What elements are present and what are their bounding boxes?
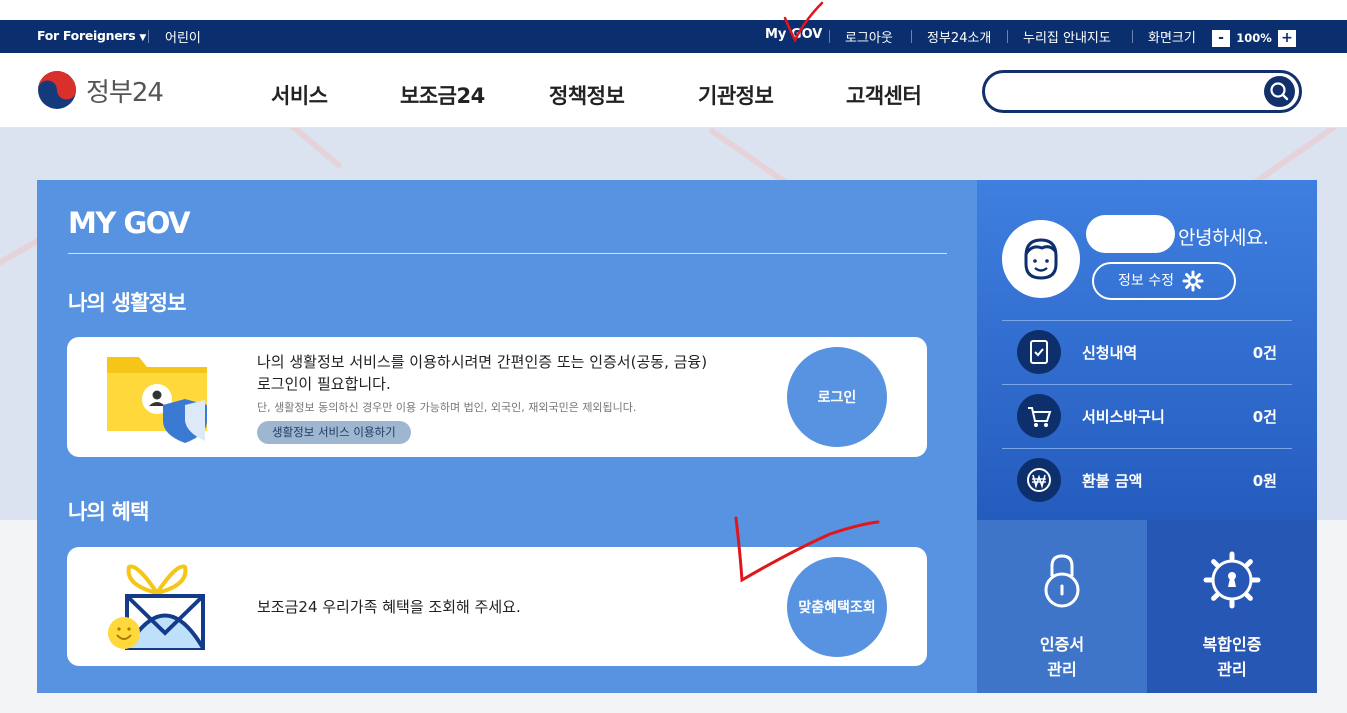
tile-label: 복합인증 관리 [1202,635,1262,679]
divider [829,30,830,43]
search-icon [1270,82,1289,101]
document-check-icon [1017,330,1061,374]
certificate-manage-tile[interactable]: 인증서 관리 [977,520,1147,693]
stat-count: 0건 [1252,408,1277,426]
gift-box-icon [108,564,205,650]
stat-row-service-basket[interactable]: 서비스바구니 0건 [1002,384,1292,448]
stat-label: 환불 금액 [1082,472,1143,490]
benefit-message: 보조금24 우리가족 혜택을 조회해 주세요. [257,598,521,616]
nav-policy-info[interactable]: 정책정보 [549,80,625,110]
mygov-title: MY GOV [68,206,191,240]
lock-icon [1044,554,1080,608]
for-foreigners-label: For Foreigners [37,28,136,43]
won-coin-icon [1017,458,1061,502]
search-box[interactable] [982,70,1302,113]
decorative-streak [277,128,343,170]
utility-bar: For Foreigners ▼ 어린이 My GOV 로그아웃 정부24소개 누… [0,20,1347,53]
caret-down-icon: ▼ [139,33,147,43]
redacted-username [1086,215,1175,253]
mygov-divider [68,253,947,254]
taegeuk-logo-icon [38,71,76,109]
gov24-intro-link[interactable]: 정부24소개 [927,27,991,46]
multi-auth-manage-tile[interactable]: 복합인증 관리 [1147,520,1317,693]
main-header: 정부24 서비스 보조금24 정책정보 기관정보 고객센터 [0,53,1347,128]
sitemap-link[interactable]: 누리집 안내지도 [1023,27,1111,46]
avatar [1002,220,1080,298]
user-face-icon [1024,238,1058,280]
for-foreigners-menu[interactable]: For Foreigners ▼ [37,28,146,43]
life-info-message: 나의 생활정보 서비스를 이용하시려면 간편인증 또는 인증서(공동, 금융) … [257,351,707,395]
stat-label: 서비스바구니 [1082,408,1165,426]
gear-keyhole-icon [1203,551,1261,609]
mygov-link[interactable]: My GOV [765,27,822,42]
profile-panel: 안녕하세요. 정보 수정 신청내역 0건 서비스바구니 0건 환불 금액 0원 [977,180,1317,520]
zoom-control: - 100% + [1212,30,1296,47]
life-info-message-line1: 나의 생활정보 서비스를 이용하시려면 간편인증 또는 인증서(공동, 금융) [257,353,708,371]
top-strip [0,0,1347,20]
zoom-in-button[interactable]: + [1278,30,1296,47]
life-info-service-button[interactable]: 생활정보 서비스 이용하기 [257,421,411,444]
stat-row-applications[interactable]: 신청내역 0건 [1002,320,1292,384]
divider [148,30,149,43]
logout-link[interactable]: 로그아웃 [845,27,893,46]
life-info-message-line2: 로그인이 필요합니다. [257,375,391,393]
decorative-streak [1249,128,1347,188]
folder-shield-icon [107,357,207,443]
stat-row-refund[interactable]: 환불 금액 0원 [1002,448,1292,512]
cart-icon [1017,394,1061,438]
logo-text: 정부24 [86,77,164,108]
gear-icon [1182,270,1204,292]
nav-services[interactable]: 서비스 [271,80,328,110]
stat-count: 0건 [1252,344,1277,362]
zoom-value: 100% [1230,30,1278,47]
nav-agency-info[interactable]: 기관정보 [698,80,774,110]
divider [1007,30,1008,43]
stat-count: 0원 [1252,472,1277,490]
edit-profile-label: 정보 수정 [1118,273,1174,289]
life-info-heading: 나의 생활정보 [68,291,186,315]
life-info-note: 단, 생활정보 동의하신 경우만 이용 가능하며 법인, 외국인, 재외국민은 … [257,401,637,414]
zoom-label: 화면크기 [1148,31,1196,46]
search-button[interactable] [1264,76,1295,107]
greeting-text: 안녕하세요. [1178,227,1269,249]
divider [911,30,912,43]
custom-benefit-search-button[interactable]: 맞춤혜택조회 [787,557,887,657]
life-info-card: 나의 생활정보 서비스를 이용하시려면 간편인증 또는 인증서(공동, 금융) … [67,337,927,457]
nav-customer-center[interactable]: 고객센터 [846,80,922,110]
stat-label: 신청내역 [1082,344,1138,362]
mygov-panel: MY GOV 나의 생활정보 나의 생활정보 서비스를 이용하시려면 간편인증 … [37,180,977,693]
benefit-card: 보조금24 우리가족 혜택을 조회해 주세요. 맞춤혜택조회 [67,547,927,666]
kids-link[interactable]: 어린이 [165,27,201,46]
divider [1132,30,1133,43]
benefit-heading: 나의 혜택 [68,500,149,524]
gov24-logo[interactable]: 정부24 [37,70,164,110]
login-button[interactable]: 로그인 [787,347,887,447]
edit-profile-button[interactable]: 정보 수정 [1092,262,1236,300]
nav-subsidy24[interactable]: 보조금24 [400,80,485,110]
tile-label: 인증서 관리 [1039,635,1085,679]
zoom-out-button[interactable]: - [1212,30,1230,47]
